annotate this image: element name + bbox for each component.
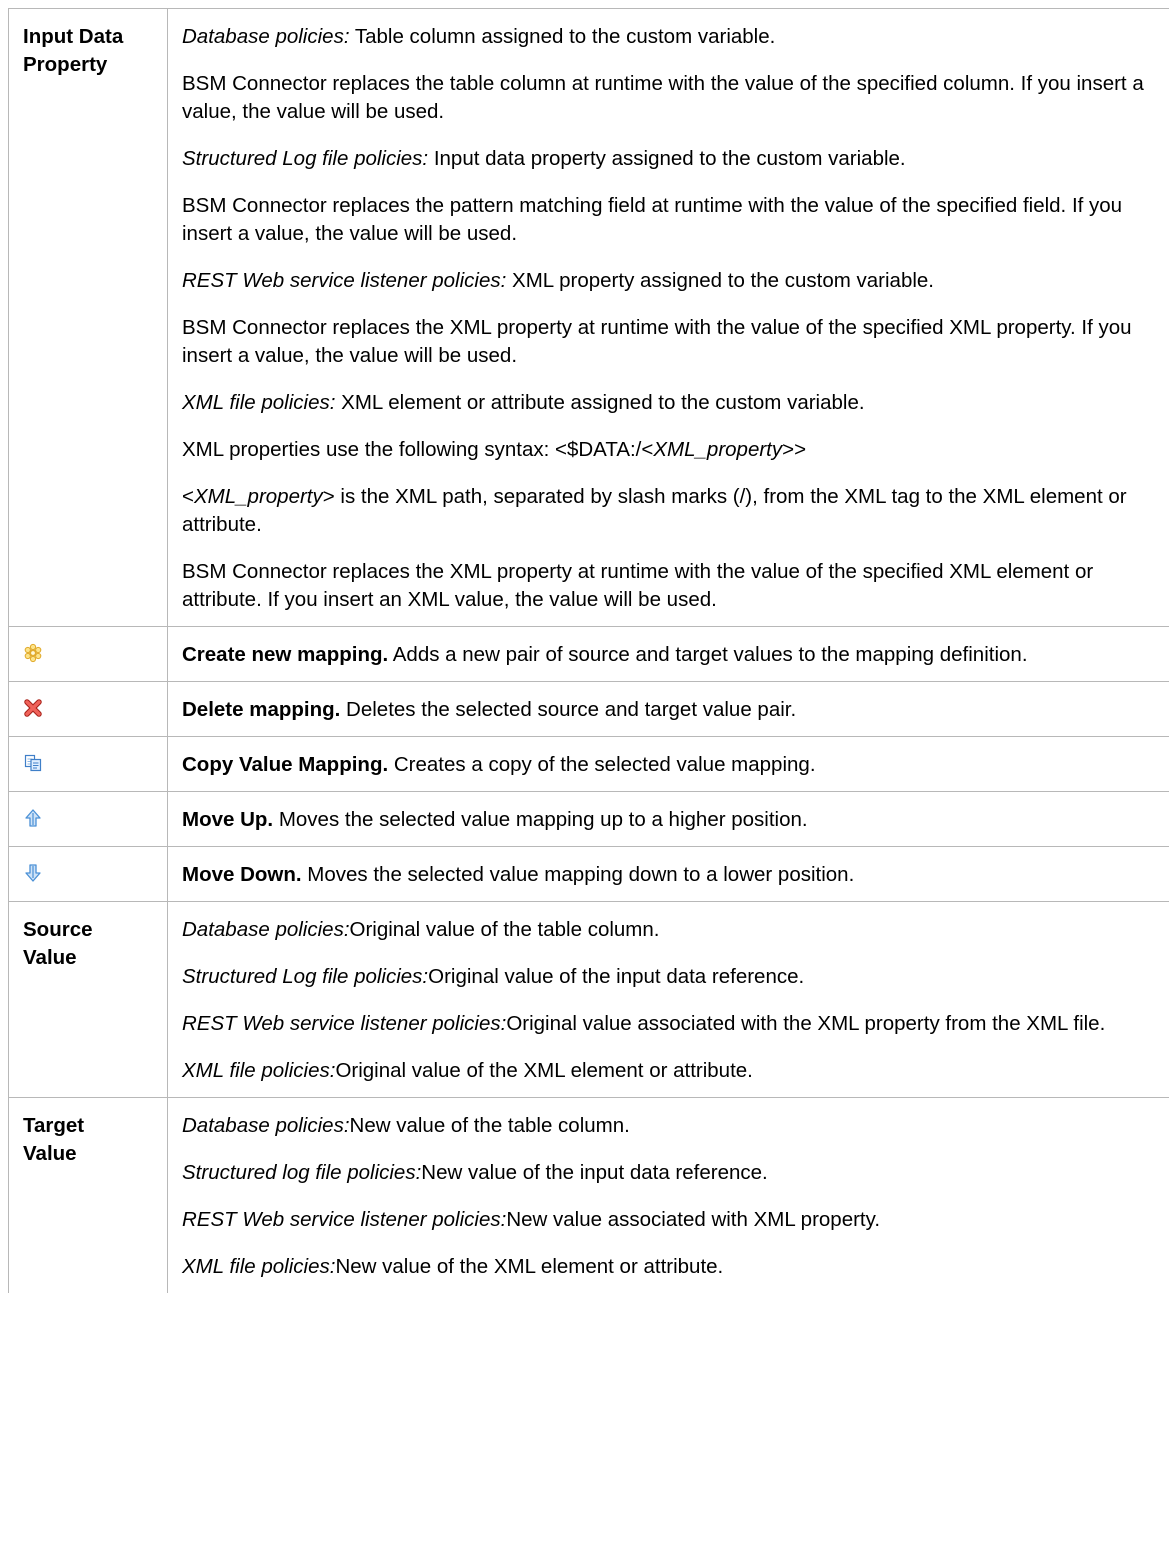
paragraph-text: Original value of the input data referen… xyxy=(428,965,805,988)
table-row-delete-mapping: Delete mapping. Deletes the selected sou… xyxy=(8,681,1169,737)
action-title: Move Down. xyxy=(182,863,302,886)
row-description-cell: Create new mapping. Adds a new pair of s… xyxy=(167,626,1169,682)
table-row-move-up: Move Up. Moves the selected value mappin… xyxy=(8,791,1169,847)
row-label: Input Data Property xyxy=(23,25,124,76)
action-text: Deletes the selected source and target v… xyxy=(340,698,797,721)
description-paragraph: Database policies:New value of the table… xyxy=(182,1112,1155,1140)
description-paragraph: XML file policies: XML element or attrib… xyxy=(182,389,1155,417)
table-row-input-data-property: Input Data Property Database policies: T… xyxy=(8,8,1169,627)
arrow-up-icon xyxy=(23,808,43,828)
paragraph-text: BSM Connector replaces the pattern match… xyxy=(182,194,1123,245)
description-paragraph: Structured Log file policies:Original va… xyxy=(182,963,1155,991)
paragraph-text: Original value associated with the XML p… xyxy=(506,1012,1106,1035)
action-text: Moves the selected value mapping up to a… xyxy=(273,808,808,831)
description-paragraph: REST Web service listener policies:Origi… xyxy=(182,1010,1155,1038)
policy-type-lead: Structured Log file policies: xyxy=(182,147,429,170)
paragraph-text: BSM Connector replaces the XML property … xyxy=(182,316,1132,367)
description-paragraph: Database policies:Original value of the … xyxy=(182,916,1155,944)
description-paragraph: Copy Value Mapping. Creates a copy of th… xyxy=(182,751,1155,779)
syntax-prefix: XML properties use the following syntax:… xyxy=(182,438,654,461)
action-title: Create new mapping. xyxy=(182,643,389,666)
field-reference-table: Input Data Property Database policies: T… xyxy=(8,8,1169,1293)
paragraph-text: BSM Connector replaces the table column … xyxy=(182,72,1144,123)
table-row-create-mapping: Create new mapping. Adds a new pair of s… xyxy=(8,626,1169,682)
syntax-suffix: >> xyxy=(782,438,807,461)
path-note-prefix: < xyxy=(182,485,194,508)
row-label: Target Value xyxy=(23,1114,85,1165)
paragraph-text: New value associated with XML property. xyxy=(506,1208,881,1231)
description-paragraph: BSM Connector replaces the table column … xyxy=(182,70,1155,126)
description-paragraph: BSM Connector replaces the pattern match… xyxy=(182,192,1155,248)
action-title: Copy Value Mapping. xyxy=(182,753,389,776)
policy-type-lead: Structured log file policies: xyxy=(182,1161,422,1184)
description-paragraph: Create new mapping. Adds a new pair of s… xyxy=(182,641,1155,669)
description-paragraph: Move Up. Moves the selected value mappin… xyxy=(182,806,1155,834)
policy-type-lead: XML file policies: xyxy=(182,391,336,414)
policy-type-lead: Database policies: xyxy=(182,918,350,941)
row-icon-cell xyxy=(8,791,168,847)
path-note-suffix: > is the XML path, separated by slash ma… xyxy=(182,485,1127,536)
syntax-placeholder: XML_property xyxy=(653,438,783,461)
row-icon-cell xyxy=(8,626,168,682)
policy-type-lead: Structured Log file policies: xyxy=(182,965,429,988)
description-paragraph: BSM Connector replaces the XML property … xyxy=(182,314,1155,370)
table-row-move-down: Move Down. Moves the selected value mapp… xyxy=(8,846,1169,902)
paragraph-text: Table column assigned to the custom vari… xyxy=(349,25,776,48)
row-description-cell: Delete mapping. Deletes the selected sou… xyxy=(167,681,1169,737)
description-paragraph: Delete mapping. Deletes the selected sou… xyxy=(182,696,1155,724)
action-text: Moves the selected value mapping down to… xyxy=(301,863,855,886)
description-paragraph: Structured log file policies:New value o… xyxy=(182,1159,1155,1187)
description-paragraph: XML file policies:New value of the XML e… xyxy=(182,1253,1155,1281)
action-title: Move Up. xyxy=(182,808,274,831)
arrow-down-icon xyxy=(23,863,43,883)
row-label-cell: Target Value xyxy=(8,1097,168,1293)
path-note-paragraph: <XML_property> is the XML path, separate… xyxy=(182,483,1155,539)
paragraph-text: New value of the table column. xyxy=(349,1114,630,1137)
paragraph-text: Input data property assigned to the cust… xyxy=(428,147,906,170)
policy-type-lead: Database policies: xyxy=(182,1114,350,1137)
row-label: Source Value xyxy=(23,918,93,969)
paragraph-text: New value of the XML element or attribut… xyxy=(335,1255,724,1278)
paragraph-text: Original value of the table column. xyxy=(349,918,660,941)
description-paragraph: XML file policies:Original value of the … xyxy=(182,1057,1155,1085)
description-paragraph: REST Web service listener policies:New v… xyxy=(182,1206,1155,1234)
table-row-copy-mapping: Copy Value Mapping. Creates a copy of th… xyxy=(8,736,1169,792)
row-description-cell: Database policies:New value of the table… xyxy=(167,1097,1169,1293)
description-paragraph: Move Down. Moves the selected value mapp… xyxy=(182,861,1155,889)
copy-icon xyxy=(23,753,43,773)
policy-type-lead: XML file policies: xyxy=(182,1059,336,1082)
row-description-cell: Database policies:Original value of the … xyxy=(167,901,1169,1098)
description-paragraph: Structured Log file policies: Input data… xyxy=(182,145,1155,173)
description-paragraph: Database policies: Table column assigned… xyxy=(182,23,1155,51)
action-text: Creates a copy of the selected value map… xyxy=(388,753,816,776)
row-label-cell: Source Value xyxy=(8,901,168,1098)
description-paragraph: REST Web service listener policies: XML … xyxy=(182,267,1155,295)
table-row-target-value: Target Value Database policies:New value… xyxy=(8,1097,1169,1293)
row-icon-cell xyxy=(8,846,168,902)
new-star-icon xyxy=(23,643,43,663)
policy-type-lead: REST Web service listener policies: xyxy=(182,269,507,292)
action-title: Delete mapping. xyxy=(182,698,341,721)
paragraph-text: New value of the input data reference. xyxy=(421,1161,768,1184)
table-row-source-value: Source Value Database policies:Original … xyxy=(8,901,1169,1098)
syntax-paragraph: XML properties use the following syntax:… xyxy=(182,436,1155,464)
paragraph-text: XML property assigned to the custom vari… xyxy=(506,269,935,292)
action-text: Adds a new pair of source and target val… xyxy=(388,643,1028,666)
row-description-cell: Move Up. Moves the selected value mappin… xyxy=(167,791,1169,847)
policy-type-lead: Database policies: xyxy=(182,25,350,48)
policy-type-lead: XML file policies: xyxy=(182,1255,336,1278)
row-label-cell: Input Data Property xyxy=(8,8,168,627)
policy-type-lead: REST Web service listener policies: xyxy=(182,1208,507,1231)
description-paragraph: BSM Connector replaces the XML property … xyxy=(182,560,1094,611)
row-description-cell: Database policies: Table column assigned… xyxy=(167,8,1169,627)
path-note-placeholder: XML_property xyxy=(193,485,323,508)
row-description-cell: Move Down. Moves the selected value mapp… xyxy=(167,846,1169,902)
paragraph-text: XML element or attribute assigned to the… xyxy=(335,391,865,414)
row-icon-cell xyxy=(8,736,168,792)
row-description-cell: Copy Value Mapping. Creates a copy of th… xyxy=(167,736,1169,792)
delete-x-icon xyxy=(23,698,43,718)
paragraph-text: Original value of the XML element or att… xyxy=(335,1059,753,1082)
policy-type-lead: REST Web service listener policies: xyxy=(182,1012,507,1035)
row-icon-cell xyxy=(8,681,168,737)
